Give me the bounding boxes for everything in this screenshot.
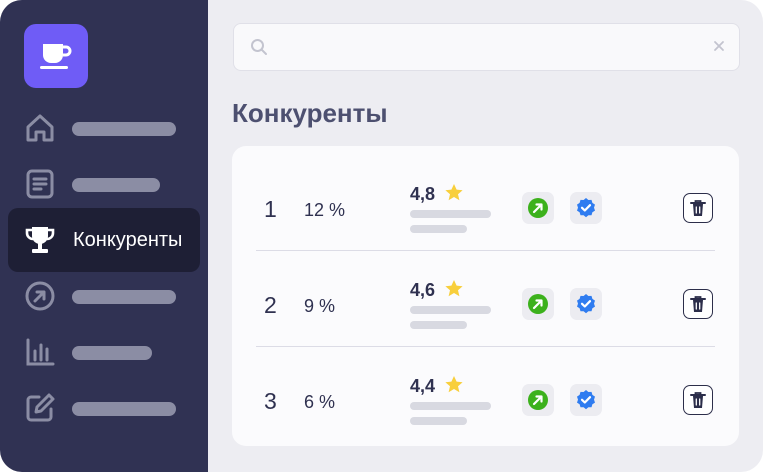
edit-icon (26, 393, 55, 422)
growth-badge[interactable] (522, 288, 554, 320)
growth-badge[interactable] (522, 384, 554, 416)
growth-arrow-icon (528, 390, 548, 410)
sidebar-item-growth[interactable] (8, 264, 200, 328)
sidebar-item-label: Конкуренты (73, 229, 183, 251)
document-icon (26, 169, 54, 199)
rating-placeholder-bar (410, 225, 467, 233)
rating-placeholder-bar (410, 321, 467, 329)
bar-chart-icon (26, 338, 55, 366)
coffee-cup-icon (40, 44, 72, 69)
star-icon (445, 376, 463, 393)
sidebar: Конкуренты (0, 0, 208, 472)
sidebar-item-home[interactable] (8, 96, 200, 160)
competitor-row: 2 9 % 4,6 (256, 250, 715, 347)
trophy-icon (25, 227, 55, 253)
search-icon (251, 39, 267, 55)
rating-placeholder-bar (410, 417, 467, 425)
competitor-rank: 2 (264, 292, 277, 318)
competitor-rating: 4,4 (410, 376, 436, 396)
verified-badge[interactable] (570, 192, 602, 224)
competitor-rank: 1 (264, 196, 277, 222)
arrow-circle-icon (25, 281, 55, 311)
sidebar-item-edit[interactable] (8, 376, 200, 440)
competitor-row: 1 12 % 4,8 (256, 154, 715, 251)
competitor-rank: 3 (264, 388, 277, 414)
sidebar-item-placeholder (72, 178, 160, 192)
main-content: Конкуренты 1 12 % 4,8 2 9 % 4,6 3 6 % 4,… (208, 0, 763, 472)
app-window: Конкуренты Конкуренты 1 12 % 4,8 2 9 % 4… (0, 0, 763, 472)
sidebar-item-placeholder (72, 402, 176, 416)
clear-icon[interactable] (713, 40, 725, 52)
sidebar-item-placeholder (72, 346, 152, 360)
competitor-share: 12 % (304, 200, 346, 220)
trash-icon (690, 296, 706, 312)
growth-badge[interactable] (522, 192, 554, 224)
logo[interactable] (24, 24, 88, 88)
verified-badge[interactable] (570, 288, 602, 320)
trash-icon (690, 200, 706, 216)
sidebar-item-placeholder (72, 290, 176, 304)
delete-button[interactable] (683, 289, 713, 319)
delete-button[interactable] (683, 193, 713, 223)
verified-check-icon (577, 390, 595, 410)
growth-arrow-icon (528, 294, 548, 314)
competitor-share: 9 % (304, 296, 336, 316)
competitor-rating: 4,6 (410, 280, 436, 300)
sidebar-item-placeholder (72, 122, 176, 136)
growth-arrow-icon (528, 198, 548, 218)
rating-placeholder-bar (410, 210, 491, 218)
sidebar-item-documents[interactable] (8, 152, 200, 216)
competitors-card: 1 12 % 4,8 2 9 % 4,6 3 6 % 4,4 (232, 146, 739, 446)
verified-check-icon (577, 198, 595, 218)
rating-placeholder-bar (410, 402, 491, 410)
home-icon (26, 114, 54, 142)
page-title: Конкуренты (232, 98, 388, 128)
sidebar-item-analytics[interactable] (8, 320, 200, 384)
rating-placeholder-bar (410, 306, 491, 314)
trash-icon (690, 392, 706, 408)
star-icon (445, 184, 463, 201)
competitor-row: 3 6 % 4,4 (256, 346, 715, 442)
competitor-rating: 4,8 (410, 184, 436, 204)
verified-check-icon (577, 294, 595, 314)
delete-button[interactable] (683, 385, 713, 415)
star-icon (445, 280, 463, 297)
competitor-share: 6 % (304, 392, 336, 412)
sidebar-item-competitors[interactable]: Конкуренты (8, 208, 200, 272)
search-input[interactable] (233, 23, 740, 71)
verified-badge[interactable] (570, 384, 602, 416)
